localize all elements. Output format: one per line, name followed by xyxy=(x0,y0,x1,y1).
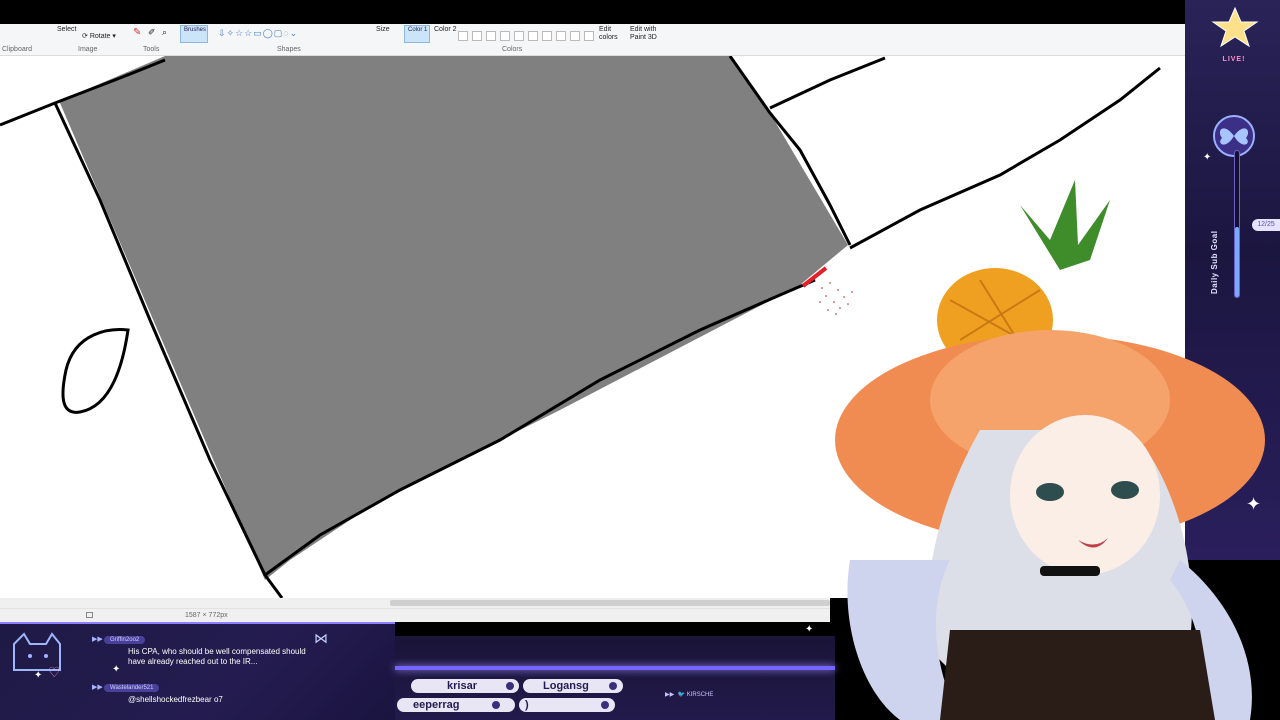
name-ticker: ✦ krisar Logansg eeperrag ) ▶▶ 🐦 KIRSCHE xyxy=(395,624,835,720)
edit-colors-button[interactable]: Edit colors xyxy=(599,26,623,42)
ticker-name-text: krisar xyxy=(447,680,477,692)
shapes-gallery[interactable]: ⇩✧☆☆▭◯▢◌⌄ xyxy=(218,28,298,39)
heart-dot-icon xyxy=(506,682,514,690)
face xyxy=(1010,415,1160,575)
play-icon: ▶▶ xyxy=(92,684,103,691)
twitter-icon: 🐦 xyxy=(677,692,686,698)
outfit xyxy=(940,630,1215,720)
heart-icon: ♡ xyxy=(48,664,61,680)
pencil-icon[interactable]: ✎ xyxy=(133,27,141,38)
ticker-name-text: Logansg xyxy=(543,680,589,692)
sparkle-icon: ✦ xyxy=(112,664,121,675)
ticker-name: eeperrag xyxy=(397,698,515,712)
brushes-button[interactable]: Brushes xyxy=(180,25,208,43)
ticker-name-text: eeperrag xyxy=(413,699,460,711)
vtuber-avatar xyxy=(835,180,1265,720)
palette-swatch[interactable] xyxy=(500,31,510,41)
ticker-name: krisar xyxy=(411,679,519,693)
right-eye xyxy=(1111,481,1139,499)
ticker-lane xyxy=(395,666,835,670)
group-label-tools: Tools xyxy=(143,46,160,53)
magnifier-icon[interactable]: ⌕ xyxy=(162,27,167,38)
chat-box: ♡ ✦ ⋈ ▶▶ Griffin2oo2 His CPA, who should… xyxy=(0,622,395,720)
palette-swatch[interactable] xyxy=(584,31,594,41)
chat-username: Griffin2oo2 xyxy=(104,636,146,644)
color1-button[interactable]: Color 1 xyxy=(404,25,430,43)
status-bar: 1587 × 772px xyxy=(0,608,830,622)
palette-swatch[interactable] xyxy=(472,31,482,41)
chat-message: ▶▶ Griffin2oo2 His CPA, who should be we… xyxy=(92,634,318,667)
horizontal-scrollbar[interactable] xyxy=(0,598,830,608)
paint-ribbon: Select ⟳ Rotate ▾ ✎ ✐ ⌕ Brushes ⇩✧☆☆▭◯▢◌… xyxy=(0,24,1185,56)
pencil-dot-icon xyxy=(609,682,617,690)
sparkle-icon: ✦ xyxy=(34,670,43,681)
ticker-name: ) xyxy=(519,698,615,712)
ticker-name: Logansg xyxy=(523,679,623,693)
chat-username: Wastelander521 xyxy=(104,684,160,692)
rotate-icon: ⟳ xyxy=(82,33,88,40)
canvas-dimensions: 1587 × 772px xyxy=(185,612,228,619)
palette-swatch[interactable] xyxy=(514,31,524,41)
outline-stroke xyxy=(61,328,130,414)
diamond-dot-icon xyxy=(492,701,500,709)
star-lantern-icon xyxy=(1211,6,1259,48)
size-button[interactable]: Size xyxy=(376,26,390,33)
palette-swatch[interactable] xyxy=(542,31,552,41)
ticker-name-text: ) xyxy=(525,699,529,711)
play-icon: ▶▶ xyxy=(92,636,103,643)
window-top-bar xyxy=(0,0,1280,24)
rotate-label: Rotate xyxy=(89,33,111,40)
group-label-clipboard: Clipboard xyxy=(2,46,32,53)
group-label-colors: Colors xyxy=(502,46,523,53)
chat-text: His CPA, who should be well compensated … xyxy=(128,647,306,666)
canvas-size-icon xyxy=(86,612,93,618)
sparkle-icon: ✦ xyxy=(1203,152,1212,163)
palette-swatch[interactable] xyxy=(570,31,580,41)
palette-swatch[interactable] xyxy=(556,31,566,41)
palette-swatch[interactable] xyxy=(486,31,496,41)
fill-icon[interactable]: ✐ xyxy=(148,27,156,38)
outline-stroke xyxy=(769,56,886,110)
twitter-handle-text: KIRSCHE xyxy=(686,692,714,698)
live-badge: LIVE! xyxy=(1222,56,1246,63)
color2-button[interactable]: Color 2 xyxy=(434,26,457,33)
choker xyxy=(1040,566,1100,576)
rotate-button[interactable]: ⟳ Rotate ▾ xyxy=(82,32,116,40)
scrollbar-thumb[interactable] xyxy=(390,600,830,606)
brushes-label: Brushes xyxy=(184,27,207,33)
sparkle-icon: ✦ xyxy=(805,624,814,635)
select-button[interactable]: Select xyxy=(57,26,76,33)
twitter-handle: ▶▶ 🐦 KIRSCHE xyxy=(665,692,714,698)
chat-text: @shellshockedfrezbear o7 xyxy=(128,695,223,704)
color1-label: Color 1 xyxy=(408,27,428,33)
edit-paint3d-button[interactable]: Edit with Paint 3D xyxy=(630,26,664,42)
left-eye xyxy=(1036,483,1064,501)
palette-swatch[interactable] xyxy=(458,31,468,41)
chat-message: ▶▶ Wastelander521 @shellshockedfrezbear … xyxy=(92,682,318,705)
palette-swatch[interactable] xyxy=(528,31,538,41)
group-label-image: Image xyxy=(78,46,98,53)
diamond-dot-icon xyxy=(601,701,609,709)
group-label-shapes: Shapes xyxy=(277,46,301,53)
